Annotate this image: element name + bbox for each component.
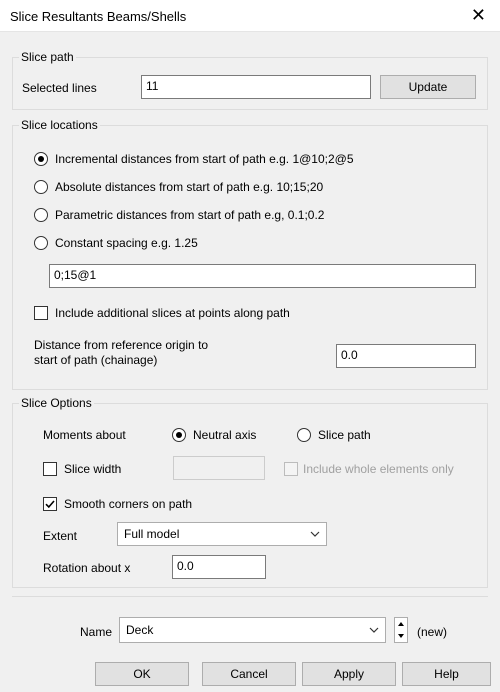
radio-neutral-axis[interactable] <box>172 428 186 442</box>
slice-width-checkbox[interactable] <box>43 462 57 476</box>
slice-path-legend: Slice path <box>21 50 74 64</box>
radio-slice-path[interactable] <box>297 428 311 442</box>
include-whole-checkbox[interactable] <box>284 462 298 476</box>
name-spinner[interactable] <box>394 617 408 643</box>
rotation-input[interactable]: 0.0 <box>172 555 266 579</box>
selected-lines-label: Selected lines <box>22 81 97 95</box>
radio-constant[interactable] <box>34 236 48 250</box>
moments-about-label: Moments about <box>43 428 126 442</box>
name-combobox[interactable]: Deck <box>119 617 386 643</box>
slice-width-label: Slice width <box>64 462 122 476</box>
help-button[interactable]: Help <box>402 662 491 686</box>
selected-lines-input[interactable]: 11 <box>141 75 371 99</box>
caret-down-icon[interactable] <box>395 630 407 642</box>
distance-label-line1: Distance from reference origin to <box>34 338 209 352</box>
distance-input[interactable]: 0.0 <box>336 344 476 368</box>
close-icon[interactable]: ✕ <box>471 5 486 25</box>
chevron-down-icon <box>310 531 320 537</box>
check-mark-icon <box>45 500 55 509</box>
slice-options-legend: Slice Options <box>21 396 92 410</box>
smooth-corners-checkbox[interactable] <box>43 497 57 511</box>
chevron-down-icon <box>369 627 379 633</box>
ok-button[interactable]: OK <box>95 662 189 686</box>
slice-locations-legend: Slice locations <box>21 118 98 132</box>
slice-width-input[interactable] <box>173 456 265 480</box>
name-status: (new) <box>417 625 448 639</box>
apply-button[interactable]: Apply <box>302 662 396 686</box>
radio-incremental-label: Incremental distances from start of path… <box>55 152 354 166</box>
name-label: Name <box>80 625 113 639</box>
smooth-corners-label: Smooth corners on path <box>64 497 193 511</box>
distance-label-line2: start of path (chainage) <box>34 353 158 367</box>
extent-label: Extent <box>43 529 78 543</box>
radio-slice-path-label: Slice path <box>318 428 371 442</box>
radio-incremental[interactable] <box>34 152 48 166</box>
slice-locations-input[interactable]: 0;15@1 <box>49 264 476 288</box>
radio-parametric-label: Parametric distances from start of path … <box>55 208 325 222</box>
title-bar: Slice Resultants Beams/Shells ✕ <box>0 0 500 32</box>
name-value: Deck <box>126 623 154 637</box>
cancel-button[interactable]: Cancel <box>202 662 296 686</box>
divider <box>12 596 488 597</box>
include-additional-checkbox[interactable] <box>34 306 48 320</box>
update-button[interactable]: Update <box>380 75 476 99</box>
window-title: Slice Resultants Beams/Shells <box>10 9 187 24</box>
radio-parametric[interactable] <box>34 208 48 222</box>
radio-absolute-label: Absolute distances from start of path e.… <box>55 180 324 194</box>
radio-absolute[interactable] <box>34 180 48 194</box>
radio-neutral-axis-label: Neutral axis <box>193 428 257 442</box>
extent-dropdown[interactable]: Full model <box>117 522 327 546</box>
caret-up-icon[interactable] <box>395 618 407 630</box>
extent-value: Full model <box>124 527 180 541</box>
include-additional-label: Include additional slices at points alon… <box>55 306 290 320</box>
rotation-label: Rotation about x <box>43 561 131 575</box>
include-whole-label: Include whole elements only <box>303 462 454 476</box>
radio-constant-label: Constant spacing e.g. 1.25 <box>55 236 198 250</box>
